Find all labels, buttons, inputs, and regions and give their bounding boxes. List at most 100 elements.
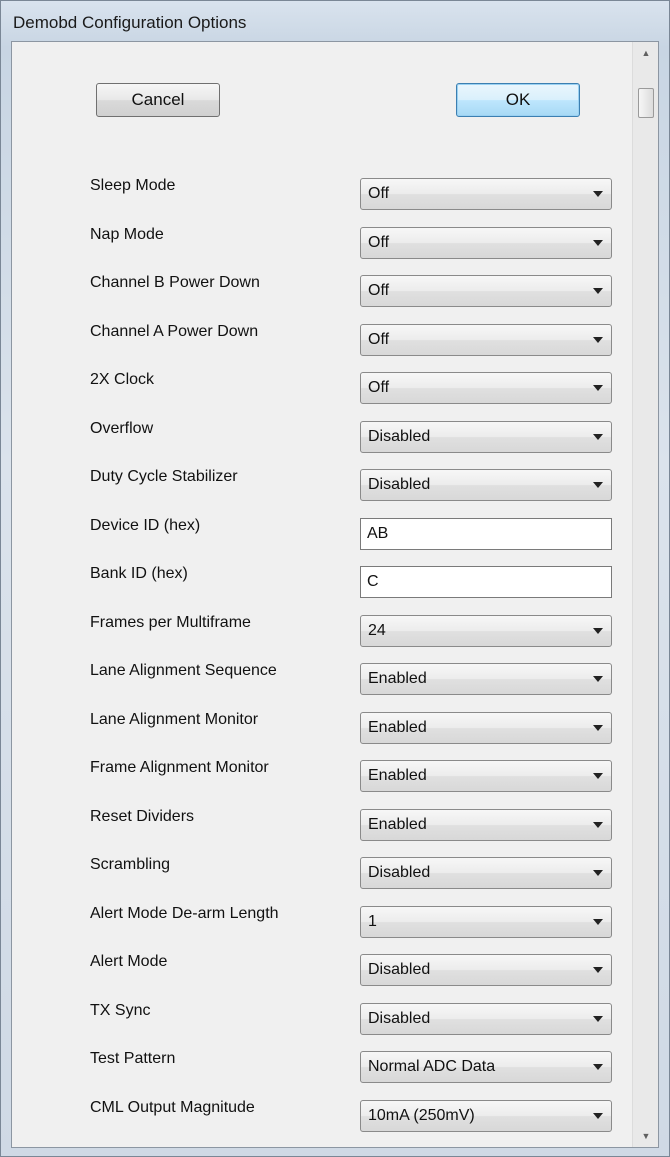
- bank-id-hex-input-value: C: [367, 573, 379, 590]
- option-row-overflow: Overflow Disabled: [12, 419, 632, 455]
- nap-mode-dropdown[interactable]: Off: [360, 227, 612, 259]
- channel-b-power-down-dropdown[interactable]: Off: [360, 275, 612, 307]
- 2x-clock-dropdown[interactable]: Off: [360, 372, 612, 404]
- scroll-up-icon[interactable]: ▲: [633, 42, 659, 64]
- option-row-frame-alignment-monitor: Frame Alignment Monitor Enabled: [12, 758, 632, 794]
- title-bar: Demobd Configuration Options: [1, 1, 669, 41]
- chevron-down-icon[interactable]: [593, 482, 603, 488]
- overflow-selected-value: Disabled: [368, 428, 431, 445]
- option-label-sleep-mode: Sleep Mode: [90, 177, 176, 194]
- lane-alignment-sequence-selected-value: Enabled: [368, 670, 427, 687]
- option-label-channel-b-power-down: Channel B Power Down: [90, 274, 260, 291]
- alert-mode-dropdown[interactable]: Disabled: [360, 954, 612, 986]
- option-row-duty-cycle-stabilizer: Duty Cycle Stabilizer Disabled: [12, 467, 632, 503]
- lane-alignment-monitor-dropdown[interactable]: Enabled: [360, 712, 612, 744]
- frames-per-multiframe-selected-value: 24: [368, 622, 386, 639]
- lane-alignment-monitor-selected-value: Enabled: [368, 719, 427, 736]
- tx-sync-dropdown[interactable]: Disabled: [360, 1003, 612, 1035]
- chevron-down-icon[interactable]: [593, 967, 603, 973]
- alert-mode-de-arm-length-dropdown[interactable]: 1: [360, 906, 612, 938]
- chevron-down-icon[interactable]: [593, 773, 603, 779]
- sleep-mode-dropdown[interactable]: Off: [360, 178, 612, 210]
- bank-id-hex-input[interactable]: C: [360, 566, 612, 598]
- chevron-down-icon[interactable]: [593, 191, 603, 197]
- test-pattern-selected-value: Normal ADC Data: [368, 1058, 496, 1075]
- lane-alignment-sequence-dropdown[interactable]: Enabled: [360, 663, 612, 695]
- option-row-sleep-mode: Sleep Mode Off: [12, 176, 632, 212]
- option-label-frames-per-multiframe: Frames per Multiframe: [90, 614, 251, 631]
- option-label-duty-cycle-stabilizer: Duty Cycle Stabilizer: [90, 468, 238, 485]
- option-label-lane-alignment-sequence: Lane Alignment Sequence: [90, 662, 277, 679]
- options-panel: Cancel OK Sleep Mode Off Nap Mode Off Channe…: [12, 42, 632, 1147]
- scrambling-dropdown[interactable]: Disabled: [360, 857, 612, 889]
- chevron-down-icon[interactable]: [593, 676, 603, 682]
- option-row-frames-per-multiframe: Frames per Multiframe 24: [12, 613, 632, 649]
- option-row-device-id-hex: Device ID (hex) AB: [12, 516, 632, 552]
- option-row-reset-dividers: Reset Dividers Enabled: [12, 807, 632, 843]
- chevron-down-icon[interactable]: [593, 822, 603, 828]
- chevron-down-icon[interactable]: [593, 434, 603, 440]
- device-id-hex-input-value: AB: [367, 525, 389, 542]
- nap-mode-selected-value: Off: [368, 234, 390, 251]
- frame-alignment-monitor-dropdown[interactable]: Enabled: [360, 760, 612, 792]
- chevron-down-icon[interactable]: [593, 1016, 603, 1022]
- chevron-down-icon[interactable]: [593, 240, 603, 246]
- option-row-cml-output-magnitude: CML Output Magnitude 10mA (250mV): [12, 1098, 632, 1134]
- device-id-hex-input[interactable]: AB: [360, 518, 612, 550]
- frames-per-multiframe-dropdown[interactable]: 24: [360, 615, 612, 647]
- option-row-lane-alignment-sequence: Lane Alignment Sequence Enabled: [12, 661, 632, 697]
- option-row-alert-mode: Alert Mode Disabled: [12, 952, 632, 988]
- chevron-down-icon[interactable]: [593, 385, 603, 391]
- overflow-dropdown[interactable]: Disabled: [360, 421, 612, 453]
- duty-cycle-stabilizer-selected-value: Disabled: [368, 476, 431, 493]
- option-row-2x-clock: 2X Clock Off: [12, 370, 632, 406]
- option-label-2x-clock: 2X Clock: [90, 371, 155, 388]
- option-label-alert-mode-de-arm-length: Alert Mode De-arm Length: [90, 905, 279, 922]
- option-row-bank-id-hex: Bank ID (hex) C: [12, 564, 632, 600]
- chevron-down-icon[interactable]: [593, 1113, 603, 1119]
- option-row-channel-a-power-down: Channel A Power Down Off: [12, 322, 632, 358]
- option-label-channel-a-power-down: Channel A Power Down: [90, 323, 259, 340]
- option-label-reset-dividers: Reset Dividers: [90, 808, 195, 825]
- tx-sync-selected-value: Disabled: [368, 1010, 431, 1027]
- option-label-overflow: Overflow: [90, 420, 154, 437]
- chevron-down-icon[interactable]: [593, 337, 603, 343]
- option-row-alert-mode-de-arm-length: Alert Mode De-arm Length 1: [12, 904, 632, 940]
- option-label-frame-alignment-monitor: Frame Alignment Monitor: [90, 759, 269, 776]
- alert-mode-de-arm-length-selected-value: 1: [368, 913, 377, 930]
- 2x-clock-selected-value: Off: [368, 379, 390, 396]
- chevron-down-icon[interactable]: [593, 919, 603, 925]
- chevron-down-icon[interactable]: [593, 1064, 603, 1070]
- chevron-down-icon[interactable]: [593, 288, 603, 294]
- scrambling-selected-value: Disabled: [368, 864, 431, 881]
- reset-dividers-selected-value: Enabled: [368, 816, 427, 833]
- scrollbar-thumb[interactable]: [638, 88, 654, 118]
- duty-cycle-stabilizer-dropdown[interactable]: Disabled: [360, 469, 612, 501]
- reset-dividers-dropdown[interactable]: Enabled: [360, 809, 612, 841]
- option-label-device-id-hex: Device ID (hex): [90, 517, 201, 534]
- option-row-tx-sync: TX Sync Disabled: [12, 1001, 632, 1037]
- option-row-lane-alignment-monitor: Lane Alignment Monitor Enabled: [12, 710, 632, 746]
- vertical-scrollbar[interactable]: ▲ ▼: [632, 42, 658, 1147]
- test-pattern-dropdown[interactable]: Normal ADC Data: [360, 1051, 612, 1083]
- channel-a-power-down-selected-value: Off: [368, 331, 390, 348]
- option-label-lane-alignment-monitor: Lane Alignment Monitor: [90, 711, 259, 728]
- channel-a-power-down-dropdown[interactable]: Off: [360, 324, 612, 356]
- option-label-test-pattern: Test Pattern: [90, 1050, 176, 1067]
- cml-output-magnitude-dropdown[interactable]: 10mA (250mV): [360, 1100, 612, 1132]
- option-label-cml-output-magnitude: CML Output Magnitude: [90, 1099, 255, 1116]
- sleep-mode-selected-value: Off: [368, 185, 390, 202]
- configuration-dialog: Demobd Configuration Options Cancel OK S…: [0, 0, 670, 1157]
- chevron-down-icon[interactable]: [593, 725, 603, 731]
- ok-button[interactable]: OK: [456, 83, 580, 117]
- chevron-down-icon[interactable]: [593, 628, 603, 634]
- option-row-nap-mode: Nap Mode Off: [12, 225, 632, 261]
- scroll-down-icon[interactable]: ▼: [633, 1125, 659, 1147]
- cml-output-magnitude-selected-value: 10mA (250mV): [368, 1107, 475, 1124]
- alert-mode-selected-value: Disabled: [368, 961, 431, 978]
- option-label-tx-sync: TX Sync: [90, 1002, 151, 1019]
- window-title: Demobd Configuration Options: [13, 13, 247, 32]
- chevron-down-icon[interactable]: [593, 870, 603, 876]
- cancel-button[interactable]: Cancel: [96, 83, 220, 117]
- option-label-bank-id-hex: Bank ID (hex): [90, 565, 188, 582]
